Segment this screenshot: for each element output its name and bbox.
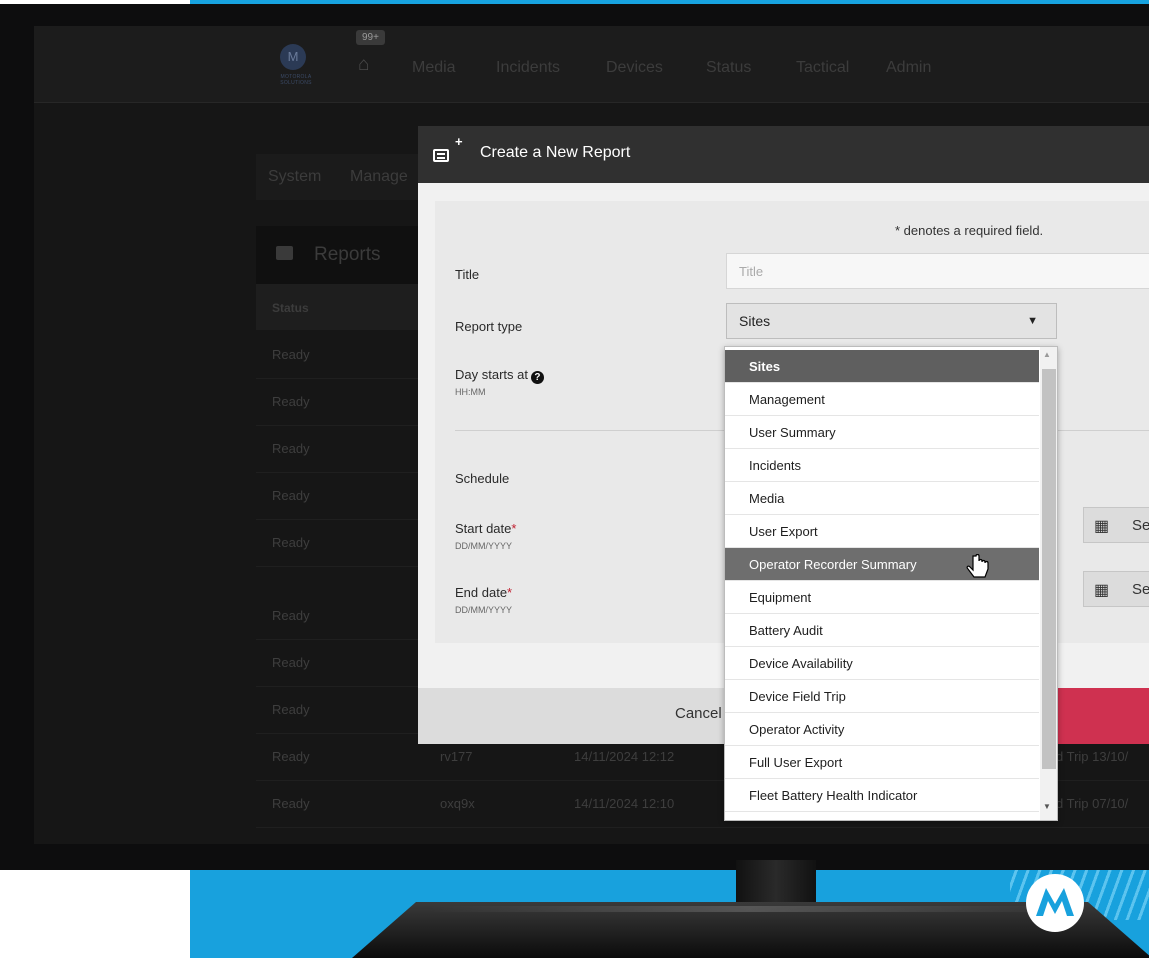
nav-tactical[interactable]: Tactical: [796, 59, 849, 77]
required-star: *: [511, 521, 517, 536]
row-date: 14/11/2024 12:10: [574, 796, 675, 811]
option-device-availability[interactable]: Device Availability: [725, 647, 1039, 680]
row-status: Ready: [272, 488, 310, 503]
list-icon: [276, 246, 293, 260]
row-status: Ready: [272, 702, 310, 717]
row-status: Ready: [272, 749, 310, 764]
option-battery-audit[interactable]: Battery Audit: [725, 614, 1039, 647]
option-device-field-trip[interactable]: Device Field Trip: [725, 680, 1039, 713]
nav-devices[interactable]: Devices: [606, 59, 663, 77]
hand-cursor-icon: [966, 554, 989, 578]
row-date: 14/11/2024 12:12: [574, 749, 675, 764]
nav-media[interactable]: Media: [412, 59, 456, 77]
start-date-select-label: Se: [1132, 517, 1149, 534]
cancel-button[interactable]: Cancel: [675, 705, 722, 722]
logo-text: MOTOROLA SOLUTIONS: [280, 74, 312, 86]
motorola-m-icon: [1036, 888, 1074, 916]
start-date-picker[interactable]: ▦ Se: [1083, 507, 1149, 543]
scroll-down-icon[interactable]: ▼: [1043, 802, 1051, 811]
create-report-button[interactable]: [1058, 688, 1149, 744]
end-date-select-label: Se: [1132, 581, 1149, 598]
column-status[interactable]: Status: [272, 301, 309, 315]
title-label: Title: [455, 267, 480, 282]
photo-scene: M MOTOROLA SOLUTIONS 99+ ⌂ Media Inciden…: [0, 0, 1149, 958]
logo-mark-icon: M: [280, 44, 306, 70]
start-date-text: Start date: [455, 521, 512, 536]
help-icon[interactable]: ?: [530, 371, 544, 384]
report-add-icon: [433, 149, 449, 162]
option-sites[interactable]: Sites: [725, 350, 1039, 383]
nav-status[interactable]: Status: [706, 59, 751, 77]
breadcrumb-manage[interactable]: Manage: [350, 168, 408, 186]
end-date-hint: DD/MM/YYYY: [455, 605, 513, 615]
end-date-label: End date*: [455, 585, 512, 600]
nav-admin[interactable]: Admin: [886, 59, 931, 77]
row-status: Ready: [272, 535, 310, 550]
stand-highlight: [430, 906, 1070, 912]
row-status: Ready: [272, 394, 310, 409]
modal-header: + Create a New Report: [418, 126, 1149, 183]
notifications-badge: 99+: [356, 30, 385, 45]
scroll-up-icon[interactable]: ▲: [1043, 350, 1051, 359]
end-date-text: End date: [455, 585, 508, 600]
end-date-picker[interactable]: ▦ Se: [1083, 571, 1149, 607]
report-type-label: Report type: [455, 319, 523, 334]
start-date-label: Start date*: [455, 521, 516, 536]
modal-title: Create a New Report: [480, 144, 631, 161]
required-note: * denotes a required field.: [895, 223, 1044, 238]
caret-down-icon: ▼: [1027, 315, 1038, 327]
row-name: d Trip 13/10/: [1056, 749, 1129, 764]
report-type-value: Sites: [739, 313, 771, 329]
option-operator-recorder-summary[interactable]: Operator Recorder Summary: [725, 548, 1039, 581]
option-media[interactable]: Media: [725, 482, 1039, 515]
row-status: Ready: [272, 347, 310, 362]
row-status: Ready: [272, 608, 310, 623]
row-status: Ready: [272, 655, 310, 670]
day-starts-text: Day starts at: [455, 367, 528, 382]
scrollbar-thumb[interactable]: [1042, 369, 1056, 769]
dropdown-scrollbar[interactable]: ▲ ▼: [1040, 347, 1057, 820]
day-starts-hint: HH:MM: [455, 387, 486, 397]
option-equipment[interactable]: Equipment: [725, 581, 1039, 614]
row-status: Ready: [272, 441, 310, 456]
report-type-dropdown[interactable]: Sites Management User Summary Incidents …: [724, 346, 1058, 821]
home-icon[interactable]: ⌂: [358, 54, 369, 76]
breadcrumb-system[interactable]: System: [268, 168, 321, 186]
reports-title: Reports: [314, 244, 381, 265]
required-star: *: [507, 585, 513, 600]
row-status: Ready: [272, 796, 310, 811]
report-type-select[interactable]: Sites ▼: [726, 303, 1057, 339]
calendar-icon: ▦: [1094, 518, 1110, 535]
day-starts-label: Day starts at?: [455, 367, 544, 384]
row-name: d Trip 07/10/: [1056, 796, 1129, 811]
start-date-hint: DD/MM/YYYY: [455, 541, 513, 551]
title-input[interactable]: [726, 253, 1149, 289]
motorola-badge-icon: [1026, 874, 1084, 932]
plus-icon: +: [455, 134, 463, 149]
option-user-export[interactable]: User Export: [725, 515, 1039, 548]
option-incidents[interactable]: Incidents: [725, 449, 1039, 482]
option-full-user-export[interactable]: Full User Export: [725, 746, 1039, 779]
option-user-summary[interactable]: User Summary: [725, 416, 1039, 449]
option-operator-activity[interactable]: Operator Activity: [725, 713, 1039, 746]
schedule-label: Schedule: [455, 471, 510, 486]
option-fleet-battery-health-indicator[interactable]: Fleet Battery Health Indicator: [725, 779, 1039, 812]
option-management[interactable]: Management: [725, 383, 1039, 416]
row-id: oxq9x: [440, 796, 475, 811]
calendar-icon: ▦: [1094, 582, 1110, 599]
top-navbar: M MOTOROLA SOLUTIONS 99+ ⌂ Media Inciden…: [34, 26, 1149, 103]
motorola-logo[interactable]: M MOTOROLA SOLUTIONS: [268, 40, 324, 94]
row-id: rv177: [440, 749, 473, 764]
nav-incidents[interactable]: Incidents: [496, 59, 560, 77]
